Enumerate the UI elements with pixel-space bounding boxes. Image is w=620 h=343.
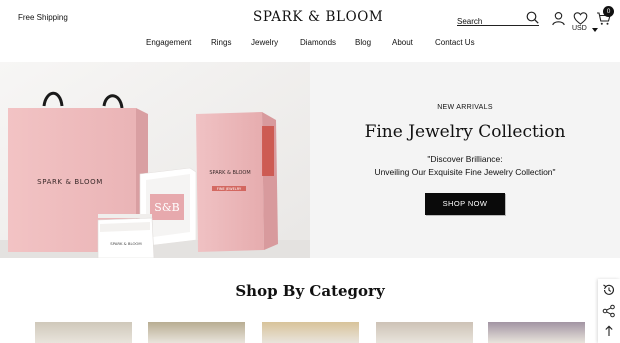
hero-eyebrow: NEW ARRIVALS — [437, 104, 493, 111]
box-brand-text: SPARK & BLOOM — [209, 170, 250, 176]
header: Free Shipping SPARK & BLOOM 0 USD — [0, 0, 620, 36]
category-tile[interactable] — [262, 322, 359, 343]
hero-subtitle-line: "Discover Brilliance: — [427, 154, 503, 164]
user-icon[interactable] — [551, 11, 566, 26]
hero-subtitle: "Discover Brilliance: Unveiling Our Exqu… — [310, 153, 620, 179]
search-icon[interactable] — [526, 11, 539, 24]
brand-logo[interactable]: SPARK & BLOOM — [253, 9, 383, 25]
nav-item-about[interactable]: About — [392, 38, 413, 47]
category-tile[interactable] — [148, 322, 245, 343]
cart-count-badge: 0 — [603, 6, 614, 17]
heart-icon[interactable] — [573, 11, 588, 26]
search-input[interactable] — [457, 15, 521, 28]
box-tag-text: FINE JEWELRY — [217, 187, 242, 191]
hero-title: Fine Jewelry Collection — [364, 122, 566, 142]
shop-now-button[interactable]: SHOP NOW — [425, 193, 505, 215]
arrow-up-icon[interactable] — [601, 323, 617, 339]
hero-image[interactable]: SPARK & BLOOM SPARK & BLOOM FINE JEWELRY… — [0, 62, 310, 258]
hero-subtitle-line: Unveiling Our Exquisite Fine Jewelry Col… — [374, 167, 556, 177]
bag-logo-text: SPARK & BLOOM — [37, 178, 103, 186]
nav-item-rings[interactable]: Rings — [211, 38, 231, 47]
section-title: Shop By Category — [235, 282, 385, 300]
search-bar — [457, 11, 539, 28]
nav-item-contact-us[interactable]: Contact Us — [435, 38, 475, 47]
nav-item-engagement[interactable]: Engagement — [146, 38, 191, 47]
side-toolbar — [598, 279, 620, 343]
main-nav: Engagement Rings Jewelry Diamonds Blog A… — [0, 38, 620, 54]
nav-item-diamonds[interactable]: Diamonds — [300, 38, 336, 47]
share-icon[interactable] — [601, 303, 617, 319]
hero-banner: SPARK & BLOOM SPARK & BLOOM FINE JEWELRY… — [0, 62, 620, 258]
history-icon[interactable] — [601, 282, 617, 298]
category-tile[interactable] — [488, 322, 585, 343]
ring-box-text: SPARK & BLOOM — [110, 241, 141, 246]
category-tile[interactable] — [35, 322, 132, 343]
nav-item-jewelry[interactable]: Jewelry — [251, 38, 278, 47]
currency-selector[interactable]: USD — [572, 25, 587, 32]
nav-item-blog[interactable]: Blog — [355, 38, 371, 47]
box-monogram: S&B — [154, 201, 179, 214]
category-tile[interactable] — [376, 322, 473, 343]
chevron-down-icon[interactable] — [592, 28, 598, 32]
hero-content: NEW ARRIVALS Fine Jewelry Collection "Di… — [310, 62, 620, 258]
promo-text: Free Shipping — [18, 13, 68, 22]
